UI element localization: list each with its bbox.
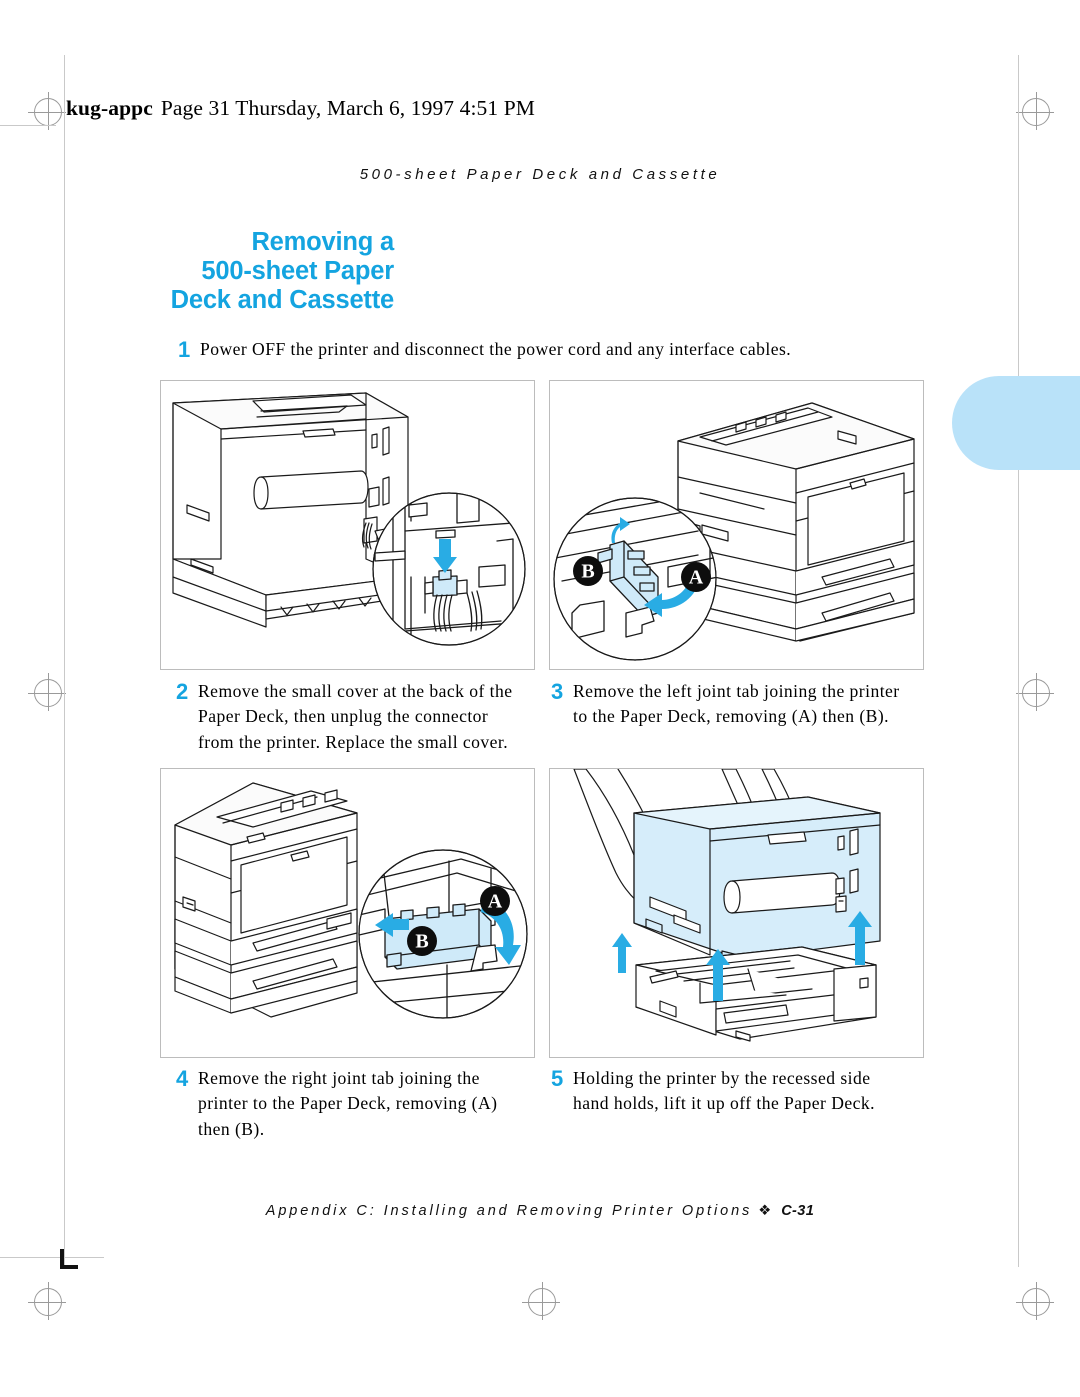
file-header-line: kug-appc Page 31 Thursday, March 6, 1997 … <box>66 96 535 121</box>
figure-panel-step-4: A B <box>160 768 535 1058</box>
footer-page-number: C-31 <box>781 1203 815 1219</box>
step-4-text: Remove the right joint tab joining the p… <box>198 1068 498 1139</box>
step-5-text: Holding the printer by the recessed side… <box>573 1068 875 1114</box>
figure-panel-step-3: B A <box>549 380 924 670</box>
step-3: 3 Remove the left joint tab joining the … <box>551 679 911 730</box>
running-header: 500-sheet Paper Deck and Cassette <box>359 166 721 183</box>
callout-badge-A: A <box>480 886 510 916</box>
step-3-text: Remove the left joint tab joining the pr… <box>573 681 900 727</box>
figure-panel-step-2 <box>160 380 535 670</box>
step-5-number: 5 <box>551 1066 564 1091</box>
page-title-line-1: Removing a <box>251 228 394 256</box>
registration-mark-mid-left <box>28 673 66 711</box>
registration-mark-top-left <box>28 92 66 130</box>
crop-mark-bottom-left <box>60 1249 78 1269</box>
step-4: 4 Remove the right joint tab joining the… <box>176 1066 524 1142</box>
trim-line-right <box>1018 55 1019 1267</box>
callout-badge-A: A <box>681 562 711 592</box>
callout-badge-B: B <box>407 926 437 956</box>
step-3-number: 3 <box>551 679 564 704</box>
document-page: kug-appc Page 31 Thursday, March 6, 1997 … <box>0 0 1080 1397</box>
step-2-text: Remove the small cover at the back of th… <box>198 681 513 752</box>
step-1: 1 Power OFF the printer and disconnect t… <box>178 337 838 362</box>
step-4-number: 4 <box>176 1066 189 1091</box>
step-5: 5 Holding the printer by the recessed si… <box>551 1066 911 1117</box>
registration-mark-bottom-left <box>28 1282 66 1320</box>
footer-separator-icon: ❖ <box>758 1203 772 1219</box>
trim-line-left <box>64 55 65 1267</box>
svg-text:A: A <box>689 567 704 589</box>
page-title-line-3: Deck and Cassette <box>170 286 395 314</box>
step-1-number: 1 <box>178 337 191 362</box>
footer-text: Appendix C: Installing and Removing Prin… <box>265 1203 753 1219</box>
registration-mark-bottom-center <box>522 1282 560 1320</box>
figure-panel-step-5 <box>549 768 924 1058</box>
registration-mark-top-right <box>1016 92 1054 130</box>
file-header-filename: kug-appc <box>66 96 153 120</box>
page-title: Removing a 500-sheet Paper Deck and Cass… <box>150 228 395 315</box>
callout-badge-B: B <box>573 556 603 586</box>
page-title-line-2: 500-sheet Paper <box>201 257 394 285</box>
step-1-text: Power OFF the printer and disconnect the… <box>200 339 792 359</box>
file-header-rest: Page 31 Thursday, March 6, 1997 4:51 PM <box>160 96 535 120</box>
step-2-number: 2 <box>176 679 189 704</box>
trim-line-top-left <box>0 125 56 126</box>
page-footer: Appendix C: Installing and Removing Prin… <box>0 1203 1080 1219</box>
svg-text:B: B <box>581 561 594 583</box>
svg-text:B: B <box>415 931 428 953</box>
step-2: 2 Remove the small cover at the back of … <box>176 679 524 755</box>
registration-mark-mid-right <box>1016 673 1054 711</box>
registration-mark-bottom-right <box>1016 1282 1054 1320</box>
thumb-tab <box>952 376 1080 470</box>
svg-text:A: A <box>488 891 503 913</box>
trim-line-bottom-left <box>0 1257 104 1258</box>
